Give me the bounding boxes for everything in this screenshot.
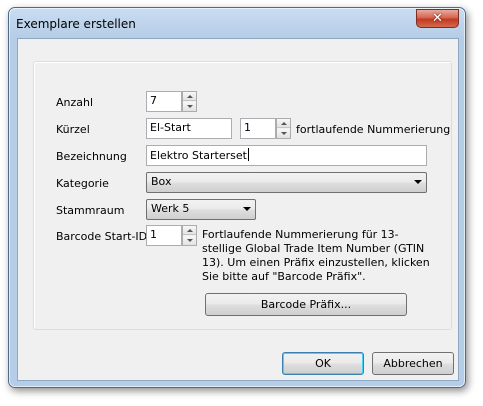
kuerzel-counter-input[interactable]: 1 <box>240 118 276 139</box>
bezeichnung-value: Elektro Starterset <box>150 149 247 162</box>
bezeichnung-label: Bezeichnung <box>56 150 127 163</box>
kategorie-selected-value: Box <box>151 175 172 188</box>
cancel-button[interactable]: Abbrechen <box>372 352 454 375</box>
kuerzel-counter-spinner[interactable] <box>276 118 291 139</box>
barcode-start-input[interactable]: 1 <box>146 225 182 246</box>
anzahl-label: Anzahl <box>56 96 94 109</box>
stammraum-select[interactable]: Werk 5 <box>146 199 256 220</box>
anzahl-input[interactable]: 7 <box>146 91 182 112</box>
close-button[interactable]: ✕ <box>416 9 459 28</box>
stammraum-selected-value: Werk 5 <box>151 202 190 215</box>
kategorie-label: Kategorie <box>56 177 109 190</box>
kategorie-select[interactable]: Box <box>146 172 427 193</box>
arrow-up-icon <box>186 94 193 98</box>
anzahl-spinner[interactable] <box>182 91 197 112</box>
anzahl-spin-up[interactable] <box>183 92 196 101</box>
barcode-prefix-button[interactable]: Barcode Präfix... <box>205 293 407 316</box>
arrow-down-icon <box>280 132 287 135</box>
bezeichnung-input[interactable]: Elektro Starterset <box>146 145 427 166</box>
arrow-down-icon <box>186 239 193 242</box>
ok-button[interactable]: OK <box>282 352 364 375</box>
dialog-client-area: Anzahl 7 Kürzel El-Start 1 fortlaufende … <box>17 38 459 381</box>
chevron-down-icon <box>414 180 422 184</box>
anzahl-spin-down[interactable] <box>183 102 196 111</box>
chevron-down-icon <box>243 207 251 211</box>
barcode-spin-down[interactable] <box>183 236 196 245</box>
text-caret <box>247 148 249 161</box>
arrow-up-icon <box>280 121 287 125</box>
arrow-down-icon <box>186 105 193 108</box>
stammraum-label: Stammraum <box>56 204 125 217</box>
kuerzel-spin-down[interactable] <box>277 129 290 138</box>
barcode-spin-up[interactable] <box>183 226 196 235</box>
dialog-window: Exemplare erstellen ✕ Anzahl 7 Kürzel El… <box>8 7 466 388</box>
arrow-up-icon <box>186 228 193 232</box>
barcode-spinner[interactable] <box>182 225 197 246</box>
kuerzel-label: Kürzel <box>56 123 90 136</box>
kuerzel-input[interactable]: El-Start <box>146 118 232 139</box>
kuerzel-counter-suffix: fortlaufende Nummerierung <box>296 123 451 136</box>
form-group-box: Anzahl 7 Kürzel El-Start 1 fortlaufende … <box>33 61 452 330</box>
window-title: Exemplare erstellen <box>16 17 136 31</box>
barcode-label: Barcode Start-ID <box>56 230 148 243</box>
kuerzel-spin-up[interactable] <box>277 119 290 128</box>
close-icon: ✕ <box>432 11 443 26</box>
barcode-description: Fortlaufende Nummerierung für 13-stellig… <box>202 228 430 283</box>
